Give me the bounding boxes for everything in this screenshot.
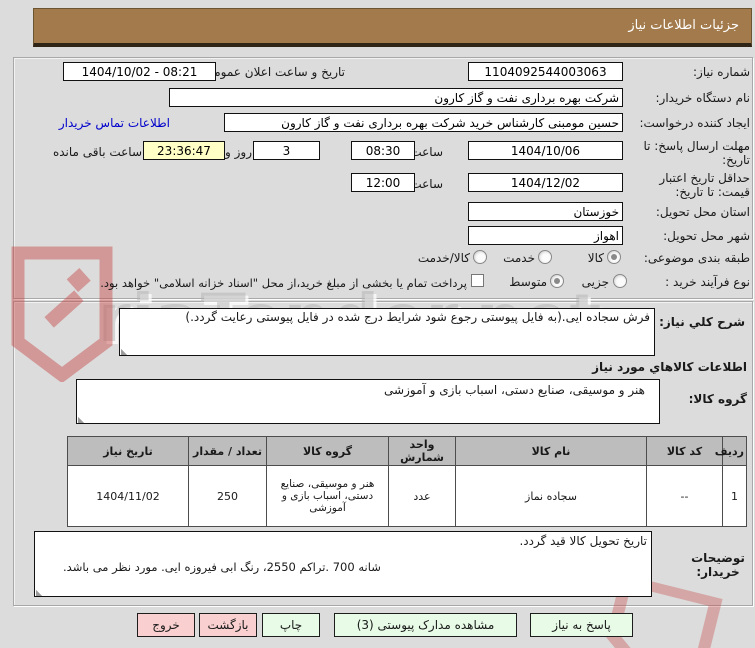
city-label: شهر محل تحویل: bbox=[663, 229, 750, 243]
deadline-date-input[interactable] bbox=[468, 141, 623, 160]
goods-table-row: 1 -- سجاده نماز عدد هنر و موسیقی، صنایع … bbox=[67, 465, 747, 527]
classification-option-goods-service: کالا/خدمت bbox=[417, 251, 470, 265]
deadline-label: مهلت ارسال پاسخ: تا تاریخ: bbox=[643, 139, 750, 167]
goods-table: ردیف کد کالا نام کالا واحد شمارش گروه کا… bbox=[67, 436, 747, 527]
process-option-minor: جزیی bbox=[581, 275, 609, 289]
time-remaining-input[interactable] bbox=[143, 141, 225, 160]
print-button[interactable]: چاپ bbox=[262, 613, 320, 637]
need-number-input[interactable] bbox=[468, 62, 623, 81]
description-label: شرح كلي نياز: bbox=[659, 315, 745, 329]
validity-hour-label: ساعت bbox=[410, 177, 443, 191]
tender-detail-page: { "header": { "title": "جزئیات اطلاعات ن… bbox=[0, 0, 755, 648]
classification-radio-goods[interactable] bbox=[607, 250, 621, 264]
treasury-note: پرداخت تمام یا بخشی از مبلغ خرید،از محل … bbox=[100, 276, 467, 290]
buyer-notes-label: توضیحات خریدار: bbox=[691, 551, 745, 579]
announce-datetime-input[interactable] bbox=[63, 62, 216, 81]
city-input[interactable] bbox=[468, 226, 623, 245]
col-group: گروه کالا bbox=[266, 436, 389, 466]
buyer-notes-line2: شانه 700 .تراکم 2550، رنگ ابی فیروزه ایی… bbox=[63, 560, 381, 574]
process-option-medium: متوسط bbox=[509, 275, 547, 289]
resize-handle-icon: ◣ bbox=[78, 415, 85, 424]
classification-label: طبقه بندی موضوعی: bbox=[643, 251, 750, 265]
goods-group-label: گروه کالا: bbox=[688, 392, 747, 406]
goods-table-header-row: ردیف کد کالا نام کالا واحد شمارش گروه کا… bbox=[67, 436, 747, 466]
description-text: فرش سجاده ایی.(به فایل پیوستی رجوع شود ش… bbox=[185, 310, 650, 324]
buyer-org-input[interactable] bbox=[169, 88, 623, 107]
resize-handle-icon: ◣ bbox=[121, 347, 128, 356]
creator-label: ایجاد کننده درخواست: bbox=[639, 116, 750, 130]
deadline-hour-label: ساعت bbox=[410, 145, 443, 159]
classification-option-service: خدمت bbox=[503, 251, 535, 265]
exit-button[interactable]: خروج bbox=[137, 613, 195, 637]
col-quantity: تعداد / مقدار bbox=[188, 436, 267, 466]
buyer-notes-textarea[interactable]: تاریخ تحویل کالا قید گردد. شانه 700 .ترا… bbox=[34, 531, 652, 597]
cell-unit: عدد bbox=[388, 465, 456, 527]
validity-date-input[interactable] bbox=[468, 173, 623, 192]
cell-quantity: 250 bbox=[188, 465, 267, 527]
page-header-bar: جزئیات اطلاعات نیاز bbox=[33, 8, 752, 47]
cell-row-number: 1 bbox=[722, 465, 747, 527]
remaining-suffix-label: ساعت باقی مانده bbox=[52, 145, 142, 159]
classification-radio-goods-service[interactable] bbox=[473, 250, 487, 264]
description-textarea[interactable]: فرش سجاده ایی.(به فایل پیوستی رجوع شود ش… bbox=[119, 308, 655, 356]
respond-button[interactable]: پاسخ به نیاز bbox=[530, 613, 633, 637]
province-label: استان محل تحویل: bbox=[655, 205, 750, 219]
cell-need-date: 1404/11/02 bbox=[67, 465, 189, 527]
col-need-date: تاریخ نیاز bbox=[67, 436, 189, 466]
buyer-contact-link[interactable]: اطلاعات تماس خریدار bbox=[59, 116, 170, 130]
days-left-input[interactable] bbox=[253, 141, 320, 160]
classification-option-goods: کالا bbox=[587, 251, 604, 265]
view-attachments-button[interactable]: مشاهده مدارک پیوستی (3) bbox=[334, 613, 517, 637]
announce-label: تاریخ و ساعت اعلان عمومی: bbox=[200, 65, 345, 79]
col-item-name: نام کالا bbox=[455, 436, 647, 466]
cell-item-name: سجاده نماز bbox=[455, 465, 647, 527]
goods-group-text: هنر و موسیقی، صنایع دستی، اسباب بازی و آ… bbox=[384, 383, 645, 397]
col-unit: واحد شمارش bbox=[388, 436, 456, 466]
validity-time-input[interactable] bbox=[351, 173, 415, 192]
goods-section-title: اطلاعات كالاهاي مورد نياز bbox=[592, 360, 747, 374]
buyer-org-label: نام دستگاه خریدار: bbox=[655, 91, 751, 105]
days-suffix-label: روز و bbox=[225, 145, 252, 159]
validity-label: حداقل تاریخ اعتبار قیمت: تا تاریخ: bbox=[659, 171, 750, 199]
process-type-label: نوع فرآیند خرید : bbox=[665, 275, 750, 289]
buyer-notes-line1: تاریخ تحویل کالا قید گردد. bbox=[519, 534, 647, 548]
process-radio-medium[interactable] bbox=[550, 274, 564, 288]
province-input[interactable] bbox=[468, 202, 623, 221]
col-item-code: کد کالا bbox=[646, 436, 723, 466]
page-title: جزئیات اطلاعات نیاز bbox=[628, 18, 739, 33]
goods-group-textarea[interactable]: هنر و موسیقی، صنایع دستی، اسباب بازی و آ… bbox=[76, 379, 660, 424]
resize-handle-icon: ◣ bbox=[36, 588, 43, 597]
classification-radio-service[interactable] bbox=[538, 250, 552, 264]
col-row-number: ردیف bbox=[715, 436, 747, 466]
cell-item-code: -- bbox=[646, 465, 723, 527]
process-radio-minor[interactable] bbox=[613, 274, 627, 288]
treasury-checkbox[interactable] bbox=[471, 274, 484, 287]
cell-group: هنر و موسیقی، صنایع دستی، اسباب بازی و آ… bbox=[266, 465, 389, 527]
deadline-time-input[interactable] bbox=[351, 141, 415, 160]
need-number-label: شماره نیاز: bbox=[693, 65, 750, 79]
back-button[interactable]: بازگشت bbox=[199, 613, 257, 637]
creator-input[interactable] bbox=[224, 113, 623, 132]
